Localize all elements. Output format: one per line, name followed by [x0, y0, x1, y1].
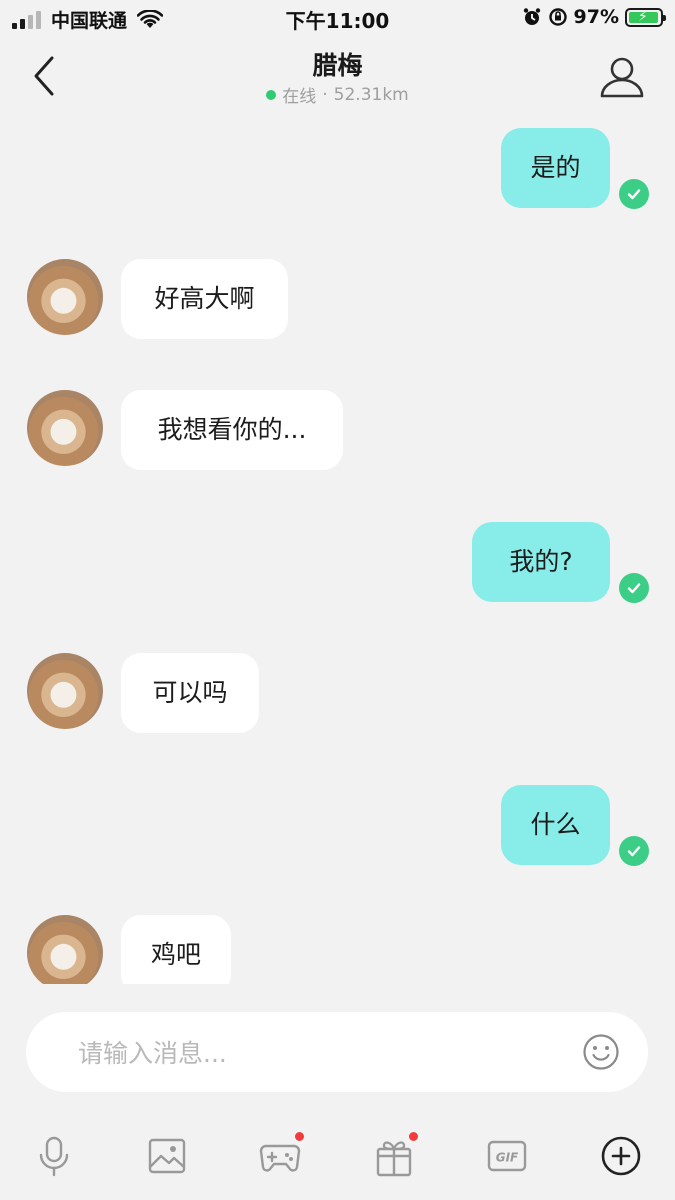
message-bubble-incoming[interactable]: 我想看你的...: [121, 390, 343, 470]
read-check-icon: [619, 573, 649, 603]
smiley-icon: [583, 1034, 619, 1070]
message-bubble-incoming[interactable]: 好高大啊: [121, 259, 288, 339]
alarm-icon: [523, 8, 540, 25]
read-check-icon: [619, 836, 649, 866]
gift-button[interactable]: [372, 1132, 418, 1178]
online-status: 在线: [282, 87, 317, 107]
svg-text:GIF: GIF: [496, 1151, 519, 1165]
message-input[interactable]: [76, 1012, 560, 1094]
message-list[interactable]: 是的 好高大啊 我想看你的... 我的? 可以吗 什么 鸡吧: [0, 112, 675, 984]
plus-circle-icon: [601, 1136, 641, 1176]
message-input-bar: [26, 1012, 648, 1094]
battery-percent: 97%: [573, 6, 619, 28]
message-bubble-incoming[interactable]: 可以吗: [121, 653, 259, 733]
game-button[interactable]: [258, 1132, 304, 1178]
message-bubble-outgoing[interactable]: 是的: [501, 128, 610, 208]
message-bubble-outgoing[interactable]: 我的?: [472, 522, 610, 602]
status-separator: ·: [322, 84, 328, 105]
gif-button[interactable]: GIF: [485, 1134, 529, 1178]
chat-toolbar: GIF: [0, 1120, 675, 1192]
contact-distance: 52.31km: [333, 84, 409, 105]
status-bar: 中国联通 下午11:00 97% ⚡: [0, 0, 675, 36]
rotation-lock-icon: [548, 8, 567, 26]
contact-name: 腊梅: [312, 51, 363, 80]
emoji-button[interactable]: [582, 1033, 620, 1071]
read-check-icon: [619, 179, 649, 209]
gif-icon: GIF: [487, 1140, 527, 1172]
contact-avatar[interactable]: [27, 653, 103, 729]
gift-icon: [376, 1141, 412, 1177]
notification-badge: [295, 1132, 304, 1141]
contact-avatar[interactable]: [27, 259, 103, 335]
contact-avatar[interactable]: [27, 915, 103, 984]
more-button[interactable]: [599, 1134, 643, 1178]
contact-status: 在线 · 52.31km: [0, 82, 675, 107]
message-bubble-incoming[interactable]: 鸡吧: [121, 915, 231, 984]
game-icon: [259, 1144, 301, 1172]
user-icon: [600, 57, 644, 98]
battery-icon: ⚡: [625, 7, 666, 27]
microphone-icon: [39, 1136, 69, 1177]
voice-button[interactable]: [32, 1134, 76, 1178]
image-button[interactable]: [145, 1134, 189, 1178]
chat-header: 腊梅 在线 · 52.31km: [0, 40, 675, 110]
profile-button[interactable]: [599, 54, 645, 100]
image-icon: [148, 1138, 186, 1174]
message-bubble-outgoing[interactable]: 什么: [501, 785, 610, 865]
contact-avatar[interactable]: [27, 390, 103, 466]
notification-badge: [409, 1132, 418, 1141]
online-dot-icon: [266, 89, 277, 100]
